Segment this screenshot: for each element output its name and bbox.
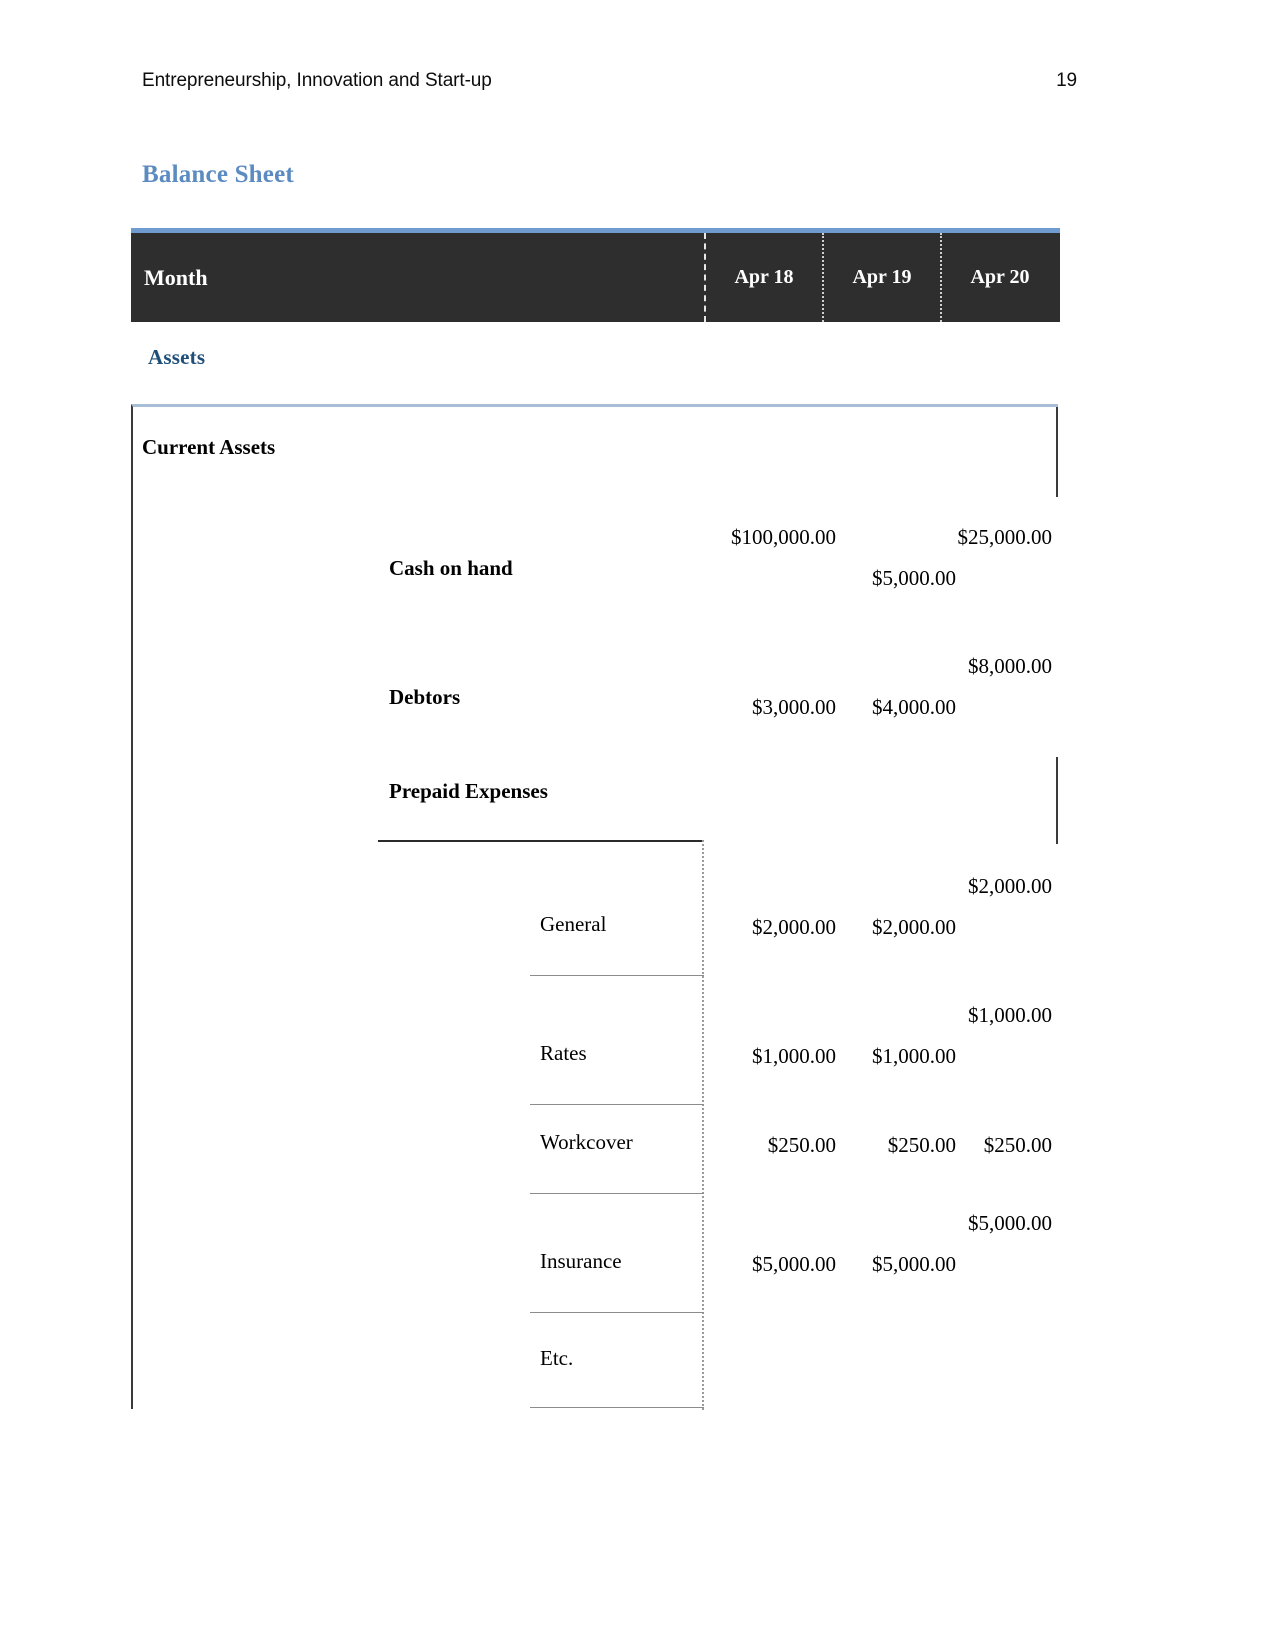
column-header-apr20: Apr 20 [940, 233, 1058, 322]
cell-apr20: $25,000.00 [957, 525, 1053, 549]
current-assets-right-rule-upper [1056, 407, 1058, 497]
cell-apr18: $3,000.00 [752, 695, 836, 719]
column-header-apr18: Apr 18 [704, 233, 822, 322]
running-title: Entrepreneurship, Innovation and Start-u… [142, 70, 492, 91]
table-row-workcover: Workcover $250.00 $250.00 $250.00 [131, 1095, 1058, 1194]
row-label: Debtors [389, 685, 461, 709]
cell-apr18: $1,000.00 [752, 1044, 836, 1068]
current-assets-right-rule-lower [1056, 757, 1058, 844]
row-label: Etc. [540, 1346, 574, 1370]
row-label: General [540, 912, 607, 936]
column-header-apr19: Apr 19 [822, 233, 940, 322]
table-row-etc: Etc. [131, 1313, 1058, 1408]
month-header-label: Month [144, 264, 208, 290]
cell-apr19: $5,000.00 [872, 566, 956, 590]
page-number: 19 [1056, 70, 1077, 91]
cell-apr20: $2,000.00 [968, 874, 1052, 898]
row-divider [530, 1407, 704, 1408]
document-running-header: Entrepreneurship, Innovation and Start-u… [142, 70, 1077, 92]
table-row-general: General $2,000.00 $2,000.00 $2,000.00 [131, 857, 1058, 976]
table-row-insurance: Insurance $5,000.00 $5,000.00 $5,000.00 [131, 1194, 1058, 1313]
cell-apr19: $4,000.00 [872, 695, 956, 719]
cell-apr19: $5,000.00 [872, 1252, 956, 1276]
cell-apr20: $1,000.00 [968, 1003, 1052, 1027]
row-label: Rates [540, 1041, 587, 1065]
cell-apr19: $2,000.00 [872, 915, 956, 939]
cell-apr19: $250.00 [887, 1133, 956, 1157]
nested-table-top-rule [378, 840, 703, 842]
table-row-cash-on-hand: Cash on hand $100,000.00 $5,000.00 $25,0… [131, 496, 1058, 626]
cell-apr20: $5,000.00 [968, 1211, 1052, 1235]
row-label: Insurance [540, 1249, 622, 1273]
cell-apr18: $250.00 [767, 1133, 836, 1157]
cell-apr20: $250.00 [983, 1133, 1052, 1157]
page-title: Balance Sheet [142, 161, 294, 188]
cell-apr18: $2,000.00 [752, 915, 836, 939]
section-heading-assets: Assets [148, 345, 206, 369]
cell-apr18: $5,000.00 [752, 1252, 836, 1276]
current-assets-title: Current Assets [142, 435, 276, 459]
row-label: Cash on hand [389, 556, 513, 580]
cell-apr20: $8,000.00 [968, 654, 1052, 678]
month-header-table: Month Apr 18 Apr 19 Apr 20 [131, 228, 1060, 322]
row-label: Workcover [540, 1130, 633, 1154]
cell-apr18: $100,000.00 [731, 525, 836, 549]
table-row-rates: Rates $1,000.00 $1,000.00 $1,000.00 [131, 986, 1058, 1105]
table-row-debtors: Debtors $3,000.00 $4,000.00 $8,000.00 [131, 625, 1058, 755]
subsection-title-prepaid-expenses: Prepaid Expenses [389, 779, 548, 803]
cell-apr19: $1,000.00 [872, 1044, 956, 1068]
row-divider [530, 975, 704, 976]
